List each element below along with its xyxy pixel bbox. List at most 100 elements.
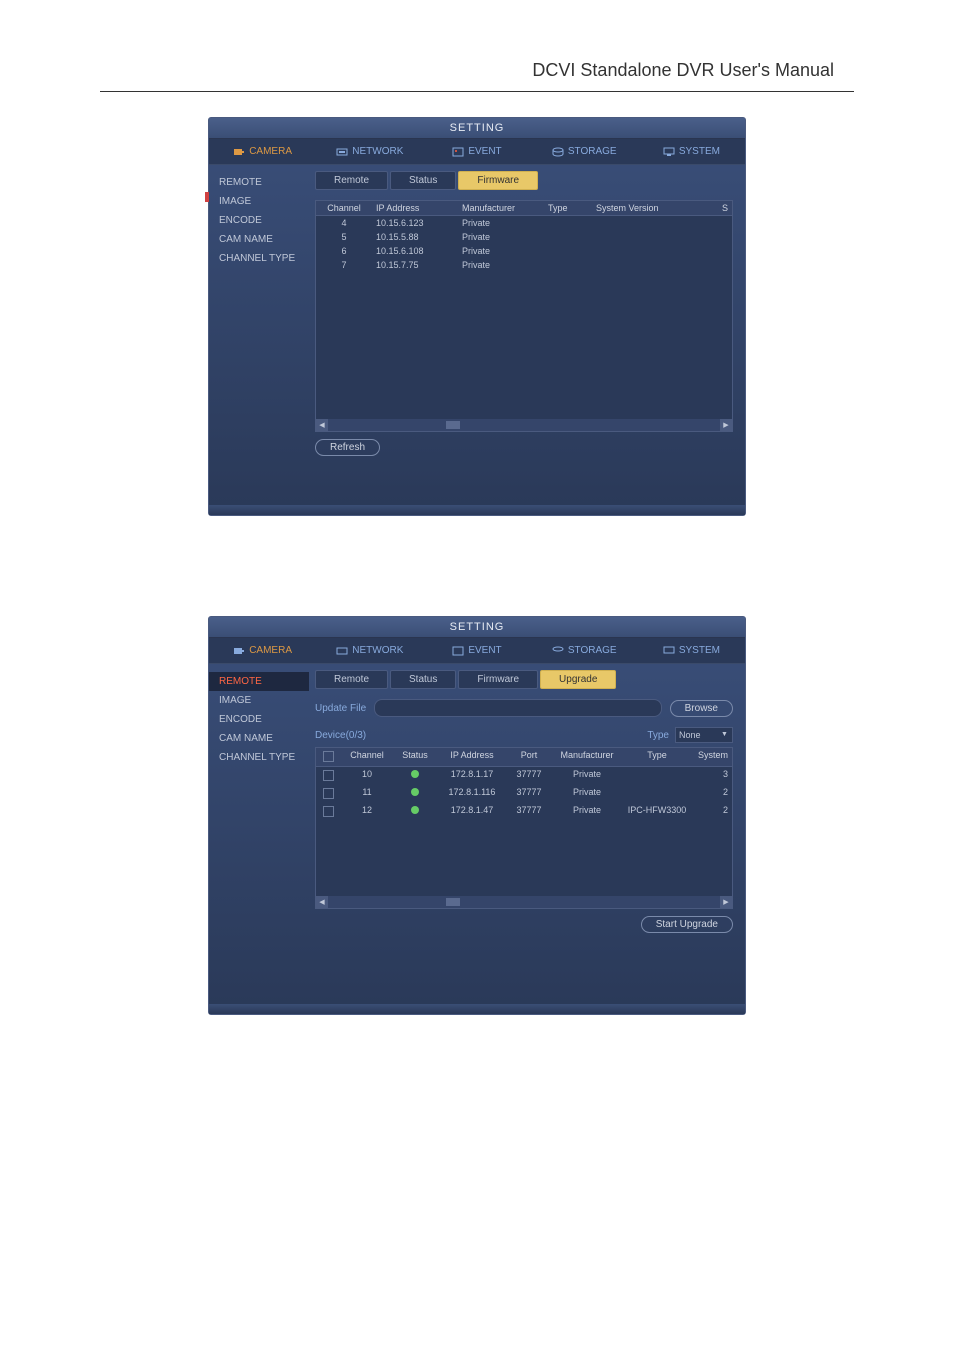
nav-camera[interactable]: CAMERA (209, 139, 316, 164)
cell-channel: 10 (342, 767, 392, 785)
sidebar-item-encode[interactable]: ENCODE (209, 211, 309, 230)
row-checkbox[interactable] (323, 788, 334, 799)
tab-status[interactable]: Status (390, 670, 456, 689)
cell-system: 2 (692, 803, 732, 821)
table-row[interactable]: 10 172.8.1.17 37777 Private 3 (316, 767, 732, 785)
row-checkbox[interactable] (323, 770, 334, 781)
camera-icon (233, 646, 245, 656)
nav-network[interactable]: NETWORK (316, 139, 423, 164)
nav-network[interactable]: NETWORK (316, 638, 423, 663)
cell-status (392, 785, 438, 803)
table-row[interactable]: 5 10.15.5.88 Private (316, 230, 732, 244)
th-manufacturer[interactable]: Manufacturer (552, 748, 622, 766)
cell-sv (592, 244, 732, 258)
refresh-button[interactable]: Refresh (315, 439, 380, 456)
table-row[interactable]: 6 10.15.6.108 Private (316, 244, 732, 258)
th-checkbox[interactable] (316, 748, 342, 766)
tab-upgrade[interactable]: Upgrade (540, 670, 616, 689)
sidebar-item-image[interactable]: IMAGE (209, 192, 309, 211)
nav-label: CAMERA (249, 146, 292, 157)
th-type[interactable]: Type (622, 748, 692, 766)
start-upgrade-button[interactable]: Start Upgrade (641, 916, 733, 933)
storage-icon (552, 646, 564, 656)
nav-system[interactable]: SYSTEM (638, 139, 745, 164)
cell-manufacturer: Private (458, 216, 544, 230)
cell-sv (592, 258, 732, 272)
cell-type (544, 258, 592, 272)
scroll-left-icon[interactable]: ◀ (316, 896, 328, 908)
network-icon (336, 646, 348, 656)
sidebar-item-camname[interactable]: CAM NAME (209, 230, 309, 249)
th-s[interactable]: S (712, 201, 732, 215)
cell-ip: 10.15.6.123 (372, 216, 458, 230)
table-row[interactable]: 11 172.8.1.116 37777 Private 2 (316, 785, 732, 803)
h-scrollbar[interactable]: ◀ ▶ (316, 896, 732, 908)
h-scrollbar[interactable]: ◀ ▶ (316, 419, 732, 431)
cell-manufacturer: Private (552, 785, 622, 803)
status-dot-icon (411, 806, 419, 814)
scroll-thumb[interactable] (446, 898, 460, 906)
cell-port: 37777 (506, 767, 552, 785)
th-sysver[interactable]: System Version (592, 201, 712, 215)
nav-storage[interactable]: STORAGE (531, 139, 638, 164)
th-channel[interactable]: Channel (316, 201, 372, 215)
camera-icon (233, 147, 245, 157)
tab-firmware[interactable]: Firmware (458, 171, 538, 190)
tab-status[interactable]: Status (390, 171, 456, 190)
sidebar: REMOTE IMAGE ENCODE CAM NAME CHANNEL TYP… (209, 165, 309, 505)
cell-type (544, 244, 592, 258)
scroll-track[interactable] (328, 896, 720, 908)
scroll-right-icon[interactable]: ▶ (720, 419, 732, 431)
th-port[interactable]: Port (506, 748, 552, 766)
th-manufacturer[interactable]: Manufacturer (458, 201, 544, 215)
sidebar-item-camname[interactable]: CAM NAME (209, 729, 309, 748)
doc-header: DCVI Standalone DVR User's Manual (100, 60, 854, 92)
window-title: SETTING (209, 617, 745, 638)
nav-event[interactable]: EVENT (423, 139, 530, 164)
tab-firmware[interactable]: Firmware (458, 670, 538, 689)
table-row[interactable]: 4 10.15.6.123 Private (316, 216, 732, 230)
nav-storage[interactable]: STORAGE (531, 638, 638, 663)
cell-sv (592, 216, 732, 230)
sidebar-item-remote[interactable]: REMOTE (209, 173, 309, 192)
tab-remote[interactable]: Remote (315, 670, 388, 689)
nav-camera[interactable]: CAMERA (209, 638, 316, 663)
cell-manufacturer: Private (458, 230, 544, 244)
th-type[interactable]: Type (544, 201, 592, 215)
sidebar-item-encode[interactable]: ENCODE (209, 710, 309, 729)
scroll-track[interactable] (328, 419, 720, 431)
th-channel[interactable]: Channel (342, 748, 392, 766)
scroll-thumb[interactable] (446, 421, 460, 429)
nav-system[interactable]: SYSTEM (638, 638, 745, 663)
upgrade-table: Channel Status IP Address Port Manufactu… (315, 747, 733, 909)
event-icon (452, 646, 464, 656)
type-select[interactable]: None ▼ (675, 727, 733, 743)
window-footer (209, 505, 745, 515)
sidebar: REMOTE IMAGE ENCODE CAM NAME CHANNEL TYP… (209, 664, 309, 1004)
cell-type (544, 216, 592, 230)
sidebar-item-image[interactable]: IMAGE (209, 691, 309, 710)
cell-channel: 11 (342, 785, 392, 803)
row-checkbox[interactable] (323, 806, 334, 817)
sidebar-item-channeltype[interactable]: CHANNEL TYPE (209, 748, 309, 767)
tab-remote[interactable]: Remote (315, 171, 388, 190)
network-icon (336, 147, 348, 157)
nav-label: CAMERA (249, 645, 292, 656)
th-system[interactable]: System (692, 748, 732, 766)
cell-port: 37777 (506, 785, 552, 803)
sidebar-item-channeltype[interactable]: CHANNEL TYPE (209, 249, 309, 268)
th-ip[interactable]: IP Address (372, 201, 458, 215)
table-row[interactable]: 7 10.15.7.75 Private (316, 258, 732, 272)
update-file-input[interactable] (374, 699, 662, 717)
table-row[interactable]: 12 172.8.1.47 37777 Private IPC-HFW3300 … (316, 803, 732, 821)
tabs: Remote Status Firmware Upgrade (315, 670, 733, 689)
th-status[interactable]: Status (392, 748, 438, 766)
nav-label: EVENT (468, 645, 501, 656)
sidebar-item-remote[interactable]: REMOTE (209, 672, 309, 691)
tabs: Remote Status Firmware (315, 171, 733, 190)
th-ip[interactable]: IP Address (438, 748, 506, 766)
browse-button[interactable]: Browse (670, 700, 733, 717)
scroll-left-icon[interactable]: ◀ (316, 419, 328, 431)
scroll-right-icon[interactable]: ▶ (720, 896, 732, 908)
nav-event[interactable]: EVENT (423, 638, 530, 663)
